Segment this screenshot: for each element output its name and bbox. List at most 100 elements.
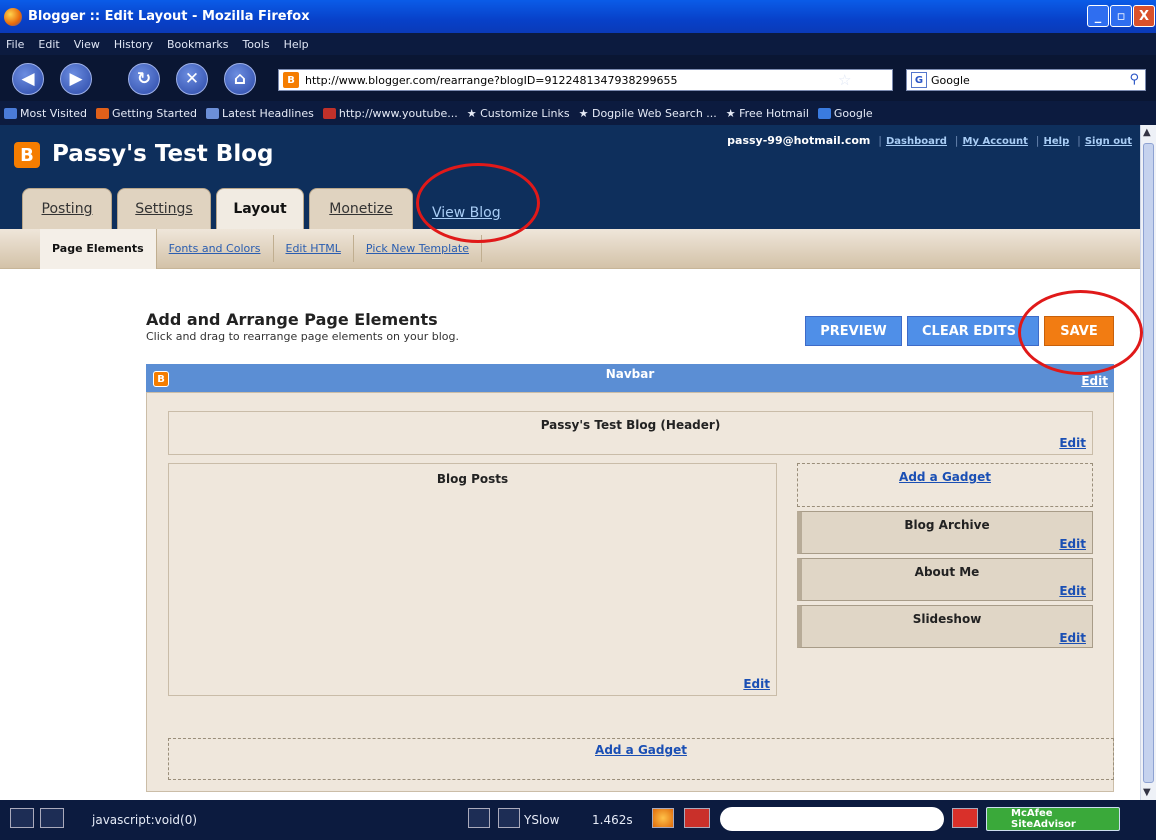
search-box[interactable]: G Google ⚲	[906, 69, 1146, 91]
maximize-button[interactable]: ▫	[1110, 5, 1132, 27]
layout-subtabs: Page Elements Fonts and Colors Edit HTML…	[0, 228, 1140, 269]
page-title: Add and Arrange Page Elements	[146, 310, 438, 329]
minimize-button[interactable]: _	[1087, 5, 1109, 27]
search-icon[interactable]	[952, 808, 978, 828]
console-icon[interactable]	[10, 808, 34, 828]
yslow-icon[interactable]	[498, 808, 520, 828]
bookmark-hotmail[interactable]: ★ Free Hotmail	[726, 107, 809, 120]
blogger-logo-icon: B	[14, 142, 40, 168]
scroll-up-icon[interactable]: ▲	[1143, 127, 1151, 138]
subtab-fonts-colors[interactable]: Fonts and Colors	[157, 235, 274, 262]
gadget-edit-link[interactable]: Edit	[1059, 631, 1086, 645]
bookmark-star-icon[interactable]: ☆	[838, 71, 851, 89]
yslow-label[interactable]: YSlow	[524, 813, 559, 827]
user-bar: passy-99@hotmail.com | Dashboard | My Acco…	[727, 134, 1132, 147]
sign-out-link[interactable]: Sign out	[1085, 136, 1132, 147]
home-icon[interactable]: ⌂	[224, 63, 256, 95]
bookmark-most-visited[interactable]: Most Visited	[4, 107, 87, 120]
subtab-edit-html[interactable]: Edit HTML	[274, 235, 354, 262]
menu-bookmarks[interactable]: Bookmarks	[167, 38, 228, 51]
page-scrollbar[interactable]: ▲ ▼	[1140, 125, 1156, 800]
gadget-slideshow[interactable]: Slideshow Edit	[797, 605, 1093, 648]
mcafee-siteadvisor-badge[interactable]: McAfee SiteAdvisor	[986, 807, 1120, 831]
blog-posts-element[interactable]: Blog Posts Edit	[168, 463, 777, 696]
tab-posting[interactable]: Posting	[22, 188, 112, 229]
status-text: javascript:void(0)	[92, 813, 198, 827]
layout-canvas: Passy's Test Blog (Header) Edit Blog Pos…	[146, 392, 1114, 792]
header-title: Passy's Test Blog (Header)	[540, 418, 721, 432]
gadget-edit-link[interactable]: Edit	[1059, 584, 1086, 598]
my-account-link[interactable]: My Account	[963, 136, 1028, 147]
forward-arrow-icon[interactable]: ▶	[60, 63, 92, 95]
navbar-element[interactable]: B Navbar Edit	[146, 364, 1114, 392]
reload-icon[interactable]: ↻	[128, 63, 160, 95]
statusbar-search-input[interactable]	[720, 807, 944, 831]
gadget-blog-archive[interactable]: Blog Archive Edit	[797, 511, 1093, 554]
url-bar[interactable]: B http://www.blogger.com/rearrange?blogI…	[278, 69, 893, 91]
bookmark-latest-headlines[interactable]: Latest Headlines	[206, 107, 314, 120]
navbar-title: Navbar	[605, 367, 655, 381]
menu-help[interactable]: Help	[284, 38, 309, 51]
gadget-title: About Me	[914, 565, 980, 579]
user-email: passy-99@hotmail.com	[727, 134, 871, 147]
back-arrow-icon[interactable]: ◀	[12, 63, 44, 95]
menu-view[interactable]: View	[74, 38, 100, 51]
stop-icon[interactable]: ✕	[176, 63, 208, 95]
firefox-icon	[95, 107, 109, 119]
annotation-circle-view-blog	[416, 163, 540, 243]
scroll-thumb[interactable]	[1143, 143, 1154, 783]
search-icon[interactable]: ⚲	[1129, 72, 1139, 87]
gadget-title: Slideshow	[912, 612, 982, 626]
header-edit-link[interactable]: Edit	[1059, 436, 1086, 450]
blog-posts-edit-link[interactable]: Edit	[743, 677, 770, 691]
gadget-title: Blog Archive	[904, 518, 990, 532]
footer-add-gadget-link[interactable]: Add a Gadget	[169, 743, 1113, 757]
window-title: Blogger :: Edit Layout - Mozilla Firefox	[28, 9, 310, 24]
menu-edit[interactable]: Edit	[38, 38, 59, 51]
sidebar-add-gadget[interactable]: Add a Gadget	[797, 463, 1093, 507]
close-button[interactable]: X	[1133, 5, 1155, 27]
sidebar-add-gadget-link[interactable]: Add a Gadget	[798, 470, 1092, 484]
tab-monetize[interactable]: Monetize	[309, 188, 413, 229]
youtube-icon	[322, 107, 336, 119]
bookmark-getting-started[interactable]: Getting Started	[95, 107, 197, 120]
blog-posts-title: Blog Posts	[436, 472, 509, 486]
scroll-down-icon[interactable]: ▼	[1143, 787, 1151, 798]
preview-button[interactable]: PREVIEW	[805, 316, 902, 346]
firefox-icon	[4, 7, 22, 26]
folder-icon	[4, 107, 17, 119]
star-icon: ★	[725, 106, 740, 120]
mcafee-m-icon[interactable]	[684, 808, 710, 828]
google-icon: G	[911, 72, 927, 88]
bookmark-google[interactable]: Google	[817, 107, 873, 120]
gadget-about-me[interactable]: About Me Edit	[797, 558, 1093, 601]
gadget-edit-link[interactable]: Edit	[1059, 537, 1086, 551]
star-icon: ★	[578, 106, 592, 120]
menu-bar: File Edit View History Bookmarks Tools H…	[0, 33, 1156, 55]
tab-settings[interactable]: Settings	[117, 188, 211, 229]
window-icon[interactable]	[40, 808, 64, 828]
help-link[interactable]: Help	[1044, 136, 1070, 147]
dashboard-link[interactable]: Dashboard	[886, 136, 947, 147]
search-engine-label: Google	[931, 73, 970, 87]
blogger-favicon-icon: B	[283, 72, 299, 88]
menu-history[interactable]: History	[114, 38, 153, 51]
bookmark-dogpile[interactable]: ★ Dogpile Web Search ...	[579, 107, 717, 120]
pen-icon[interactable]	[468, 808, 490, 828]
blog-name: Passy's Test Blog	[52, 141, 274, 167]
bookmarks-toolbar: Most Visited Getting Started Latest Head…	[0, 101, 1156, 125]
bookmark-youtube[interactable]: http://www.youtube...	[322, 107, 458, 120]
menu-file[interactable]: File	[6, 38, 24, 51]
navbar-edit-link[interactable]: Edit	[1081, 374, 1108, 388]
firefox-icon[interactable]	[652, 808, 674, 828]
header-element[interactable]: Passy's Test Blog (Header) Edit	[168, 411, 1093, 455]
menu-tools[interactable]: Tools	[242, 38, 269, 51]
status-bar: javascript:void(0) YSlow 1.462s	[0, 800, 1156, 840]
load-time: 1.462s	[592, 813, 633, 827]
bookmark-customize-links[interactable]: ★ Customize Links	[467, 107, 570, 120]
rss-icon	[206, 107, 219, 119]
tab-layout[interactable]: Layout	[216, 188, 304, 229]
footer-add-gadget[interactable]: Add a Gadget	[168, 738, 1114, 780]
subtab-page-elements[interactable]: Page Elements	[40, 228, 157, 269]
url-text: http://www.blogger.com/rearrange?blogID=…	[305, 73, 678, 87]
